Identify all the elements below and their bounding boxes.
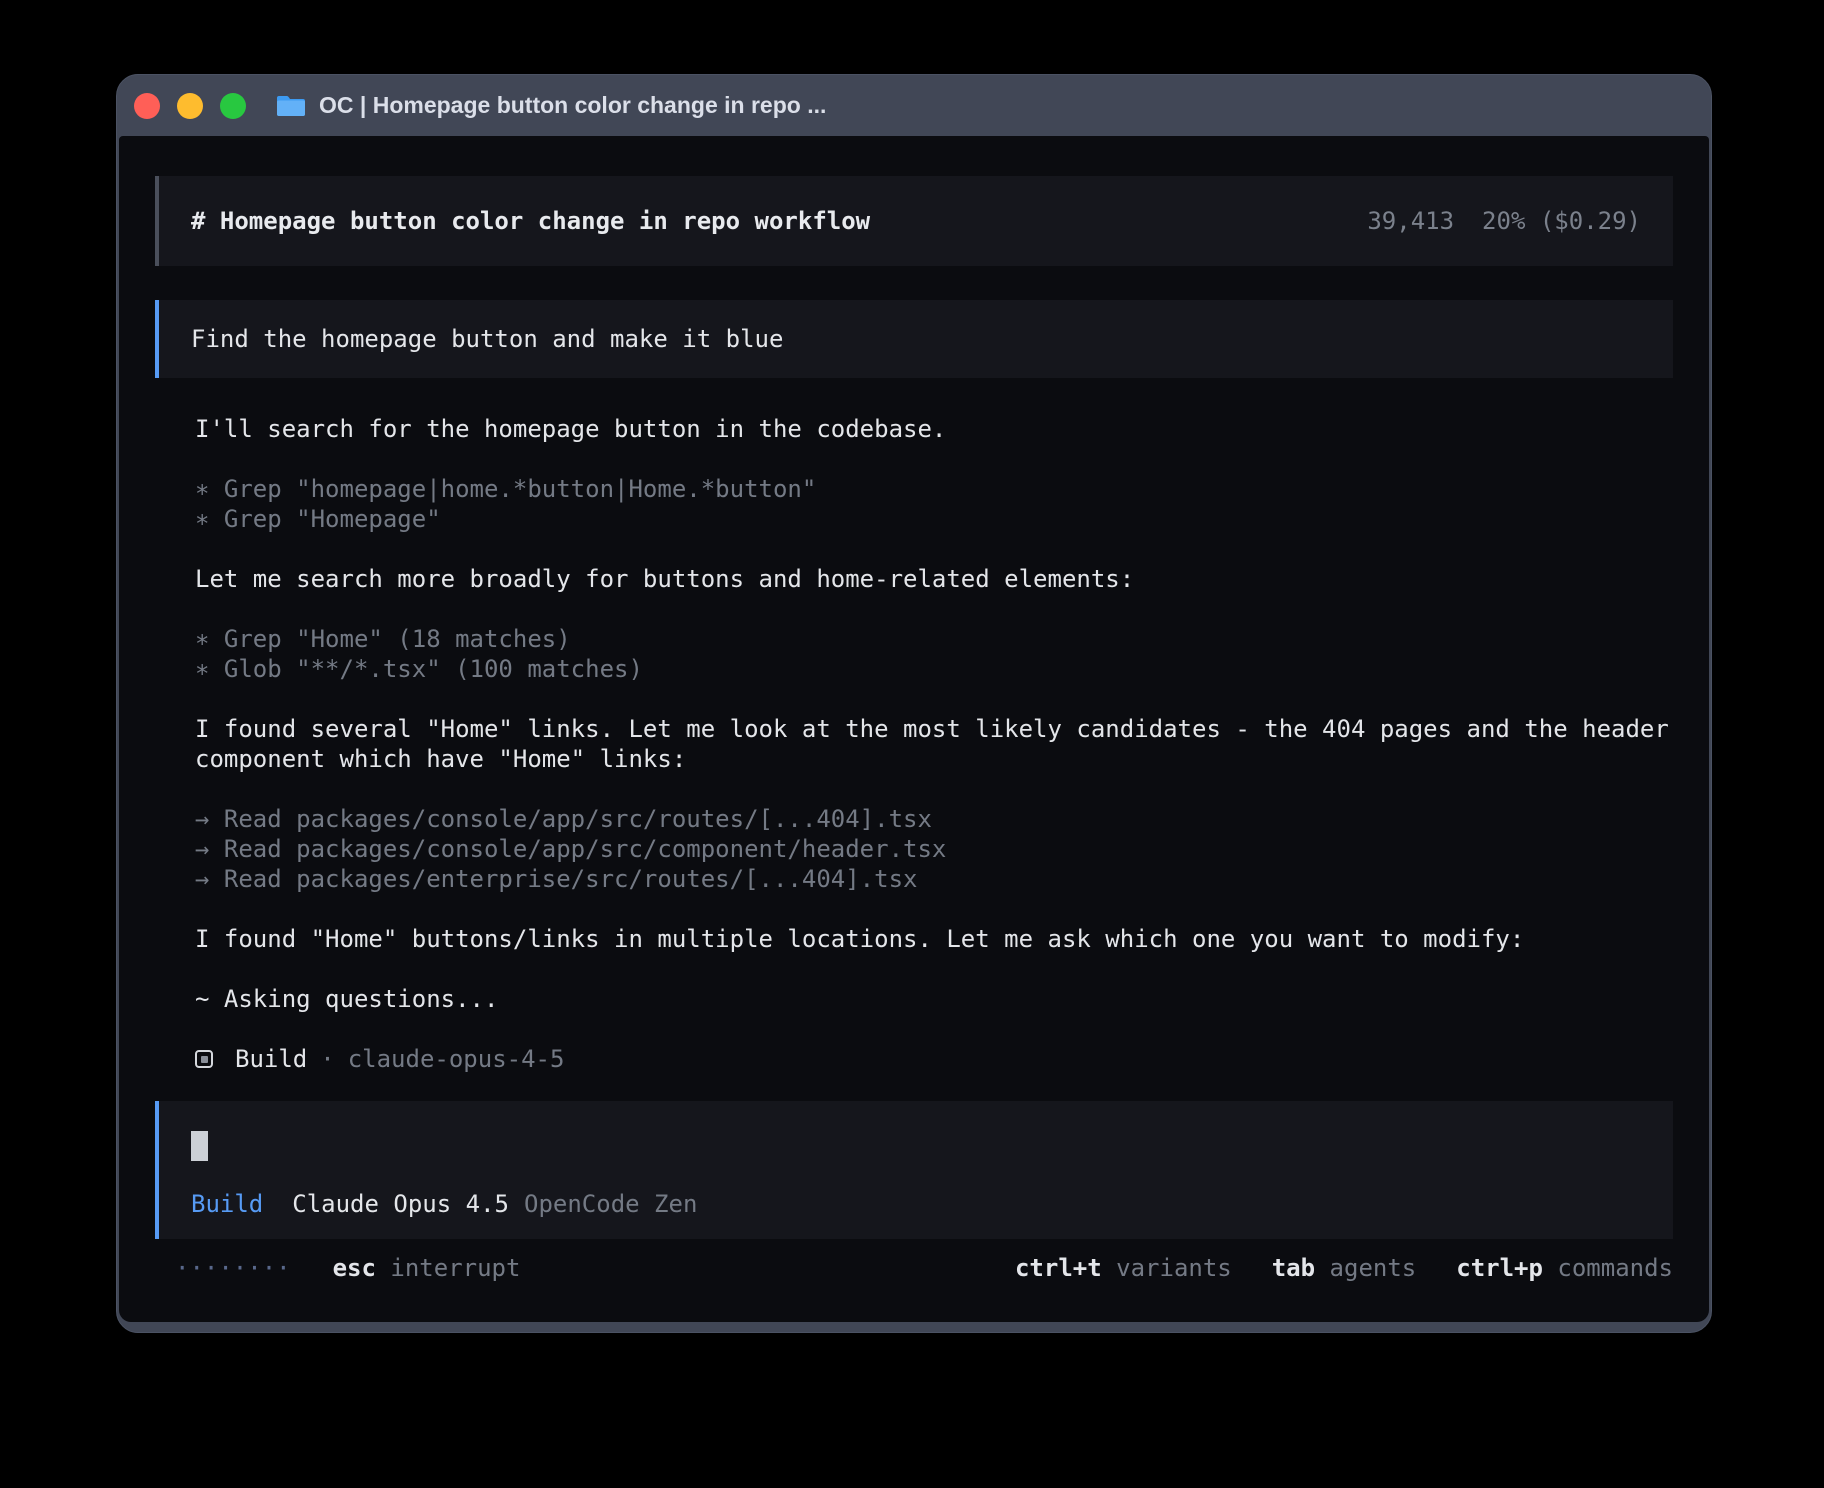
input-provider-label: OpenCode Zen xyxy=(524,1189,697,1219)
model-name: claude-opus-4-5 xyxy=(348,1044,565,1074)
separator-dot: · xyxy=(320,1044,334,1074)
terminal-window: OC | Homepage button color change in rep… xyxy=(116,74,1712,1333)
tool-call-grep: ∗ Grep "homepage|home.*button|Home.*butt… xyxy=(195,474,1673,504)
assistant-status-text: ~ Asking questions... xyxy=(195,984,1673,1014)
agent-icon xyxy=(195,1050,213,1068)
context-cost: 20% ($0.29) xyxy=(1482,207,1641,235)
tool-call-read: → Read packages/console/app/src/routes/[… xyxy=(195,804,1673,834)
tool-call-grep: ∗ Grep "Homepage" xyxy=(195,504,1673,534)
user-message: Find the homepage button and make it blu… xyxy=(155,300,1673,378)
shortcut-variants: ctrl+t variants xyxy=(1015,1253,1232,1283)
status-bar: ········ esc interrupt ctrl+t variants t… xyxy=(155,1253,1673,1283)
assistant-text: I found "Home" buttons/links in multiple… xyxy=(195,924,1673,954)
folder-icon xyxy=(276,94,306,118)
session-title: # Homepage button color change in repo w… xyxy=(191,206,870,236)
titlebar[interactable]: OC | Homepage button color change in rep… xyxy=(119,75,1709,136)
token-count: 39,413 xyxy=(1367,207,1454,235)
agent-name: Build xyxy=(235,1044,307,1074)
key-ctrl-p: ctrl+p xyxy=(1456,1254,1543,1282)
label-interrupt: interrupt xyxy=(390,1254,520,1282)
status-bar-right: ctrl+t variants tab agents ctrl+p comman… xyxy=(1015,1253,1673,1283)
transcript: I'll search for the homepage button in t… xyxy=(195,414,1673,1014)
shortcut-commands: ctrl+p commands xyxy=(1456,1253,1673,1283)
tool-call-group: → Read packages/console/app/src/routes/[… xyxy=(195,804,1673,894)
minimize-button[interactable] xyxy=(177,93,203,119)
text-cursor xyxy=(191,1131,208,1161)
terminal-content: # Homepage button color change in repo w… xyxy=(119,136,1709,1322)
key-tab: tab xyxy=(1272,1254,1315,1282)
tool-call-group: ∗ Grep "homepage|home.*button|Home.*butt… xyxy=(195,474,1673,534)
session-stats: 39,413 20% ($0.29) xyxy=(1367,206,1641,236)
label-commands: commands xyxy=(1557,1254,1673,1282)
title-group: OC | Homepage button color change in rep… xyxy=(276,92,826,119)
user-message-text: Find the homepage button and make it blu… xyxy=(191,325,783,353)
input-meta: Build Claude Opus 4.5 OpenCode Zen xyxy=(191,1189,1641,1219)
progress-dots-icon: ········ xyxy=(175,1253,291,1283)
key-ctrl-t: ctrl+t xyxy=(1015,1254,1102,1282)
prompt-input[interactable]: Build Claude Opus 4.5 OpenCode Zen xyxy=(155,1101,1673,1239)
traffic-lights xyxy=(134,93,246,119)
label-variants: variants xyxy=(1116,1254,1232,1282)
assistant-text: Let me search more broadly for buttons a… xyxy=(195,564,1673,594)
tool-call-glob: ∗ Glob "**/*.tsx" (100 matches) xyxy=(195,654,1673,684)
shortcut-agents: tab agents xyxy=(1272,1253,1417,1283)
window-title: OC | Homepage button color change in rep… xyxy=(319,92,826,119)
session-header: # Homepage button color change in repo w… xyxy=(155,176,1673,266)
tool-call-group: ∗ Grep "Home" (18 matches) ∗ Glob "**/*.… xyxy=(195,624,1673,684)
tool-call-grep: ∗ Grep "Home" (18 matches) xyxy=(195,624,1673,654)
input-agent-label[interactable]: Build xyxy=(191,1189,263,1219)
label-agents: agents xyxy=(1330,1254,1417,1282)
tool-call-read: → Read packages/console/app/src/componen… xyxy=(195,834,1673,864)
assistant-text: I found several "Home" links. Let me loo… xyxy=(195,714,1673,774)
agent-status-row: Build · claude-opus-4-5 xyxy=(195,1044,1673,1074)
input-model-label[interactable]: Claude Opus 4.5 xyxy=(292,1189,509,1219)
tool-call-read: → Read packages/enterprise/src/routes/[.… xyxy=(195,864,1673,894)
key-esc: esc xyxy=(333,1254,376,1282)
zoom-button[interactable] xyxy=(220,93,246,119)
assistant-text: I'll search for the homepage button in t… xyxy=(195,414,1673,444)
close-button[interactable] xyxy=(134,93,160,119)
shortcut-interrupt: esc interrupt xyxy=(333,1253,521,1283)
status-bar-left: ········ esc interrupt xyxy=(155,1253,520,1283)
